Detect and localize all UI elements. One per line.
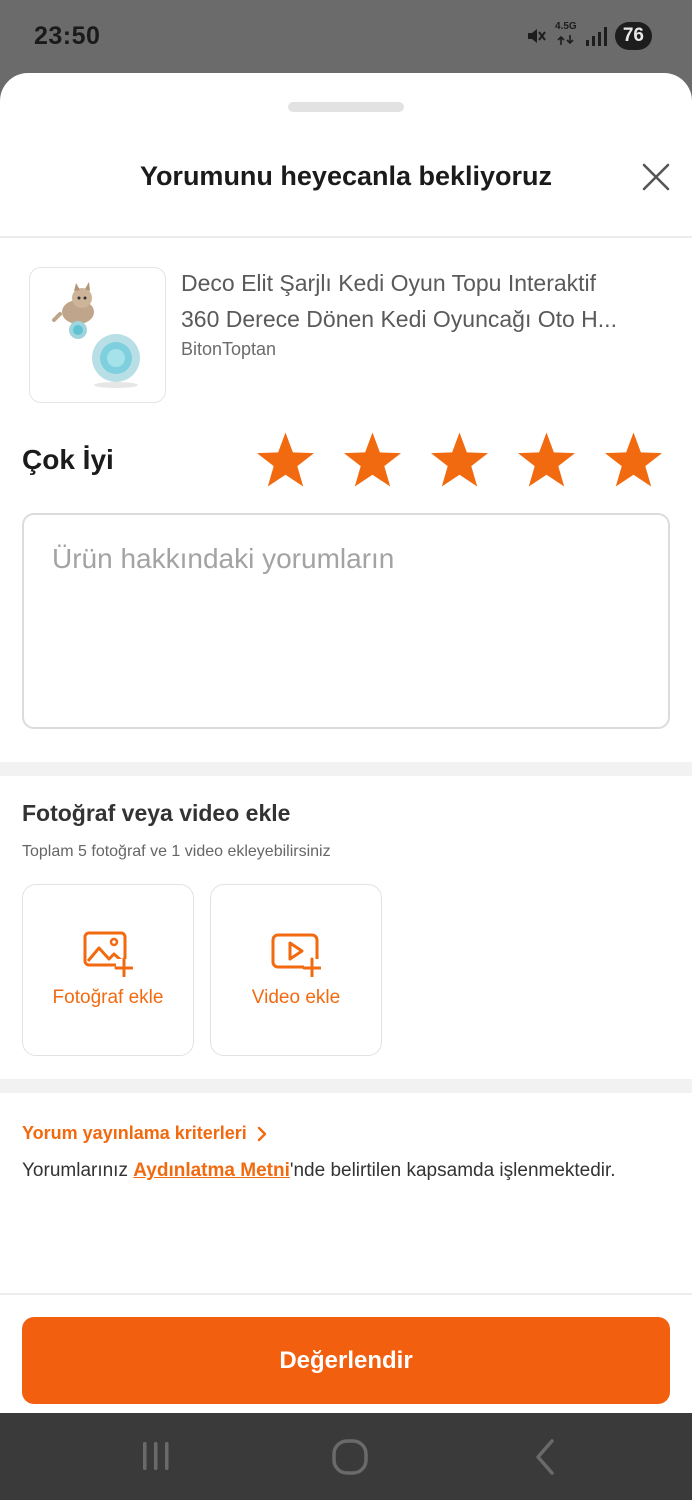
add-photo-label: Fotoğraf ekle xyxy=(52,987,164,1008)
add-photo-icon xyxy=(83,931,133,977)
comment-box xyxy=(22,513,670,729)
rating-label: Çok İyi xyxy=(22,444,114,475)
status-icons: 4.5G 76 xyxy=(525,22,652,50)
home-icon[interactable] xyxy=(330,1437,370,1477)
back-icon[interactable] xyxy=(530,1437,560,1477)
status-time: 23:50 xyxy=(34,22,101,50)
cat-ball-toy-image xyxy=(52,282,140,388)
privacy-notice-link[interactable]: Aydınlatma Metni xyxy=(133,1160,290,1181)
criteria-link-label: Yorum yayınlama kriterleri xyxy=(22,1123,247,1143)
product-title-line-2: 360 Derece Dönen Kedi Oyuncağı Oto H... xyxy=(181,306,617,332)
system-nav-bar xyxy=(0,1413,692,1500)
add-video-icon xyxy=(271,933,321,977)
add-video-label: Video ekle xyxy=(251,987,341,1008)
add-video-button[interactable]: Video ekle xyxy=(210,884,382,1056)
star-icon-1[interactable] xyxy=(256,431,315,488)
mute-icon xyxy=(527,29,546,43)
publishing-criteria-link[interactable]: Yorum yayınlama kriterleri xyxy=(22,1123,267,1144)
network-indicator: 4.5G xyxy=(555,22,577,50)
consent-prefix: Yorumlarınız xyxy=(22,1160,134,1181)
star-icon-2[interactable] xyxy=(343,431,402,488)
chevron-right-icon xyxy=(257,1126,266,1141)
consent-text: Yorumlarınız Aydınlatma Metni'nde belirt… xyxy=(22,1158,642,1183)
network-type: 4.5G xyxy=(555,21,577,32)
comment-input[interactable] xyxy=(52,543,640,699)
sheet-title: Yorumunu heyecanla bekliyoruz xyxy=(139,161,553,191)
product-seller: BitonToptan xyxy=(181,339,277,359)
product-title[interactable]: Deco Elit Şarjlı Kedi Oyun Topu Interakt… xyxy=(181,265,661,337)
status-bar: 23:50 4.5G 76 xyxy=(0,0,692,74)
battery-badge: 76 xyxy=(614,22,652,50)
star-icon-3[interactable] xyxy=(430,431,489,488)
media-subtitle: Toplam 5 fotoğraf ve 1 video ekleyebilir… xyxy=(22,843,331,860)
star-icon-5[interactable] xyxy=(604,431,663,488)
product-title-line-1: Deco Elit Şarjlı Kedi Oyun Topu Interakt… xyxy=(181,270,597,296)
product-image xyxy=(29,267,166,403)
data-arrows-icon xyxy=(557,35,574,45)
drag-handle[interactable] xyxy=(288,102,404,112)
review-sheet: Yorumunu heyecanla bekliyoruz Deco Elit … xyxy=(0,73,692,1413)
add-photo-button[interactable]: Fotoğraf ekle xyxy=(22,884,194,1056)
header-divider xyxy=(0,236,692,238)
star-icon-4[interactable] xyxy=(517,431,576,488)
section-divider xyxy=(0,762,692,776)
submit-review-button[interactable]: Değerlendir xyxy=(22,1317,670,1404)
recent-apps-icon[interactable] xyxy=(140,1437,172,1477)
footer-divider xyxy=(0,1293,692,1295)
consent-suffix: 'nde belirtilen kapsamda işlenmektedir. xyxy=(289,1160,616,1181)
star-rating xyxy=(256,431,663,488)
close-icon[interactable] xyxy=(640,161,672,193)
signal-icon xyxy=(585,27,607,46)
media-title: Fotoğraf veya video ekle xyxy=(22,800,291,826)
section-divider-2 xyxy=(0,1079,692,1093)
